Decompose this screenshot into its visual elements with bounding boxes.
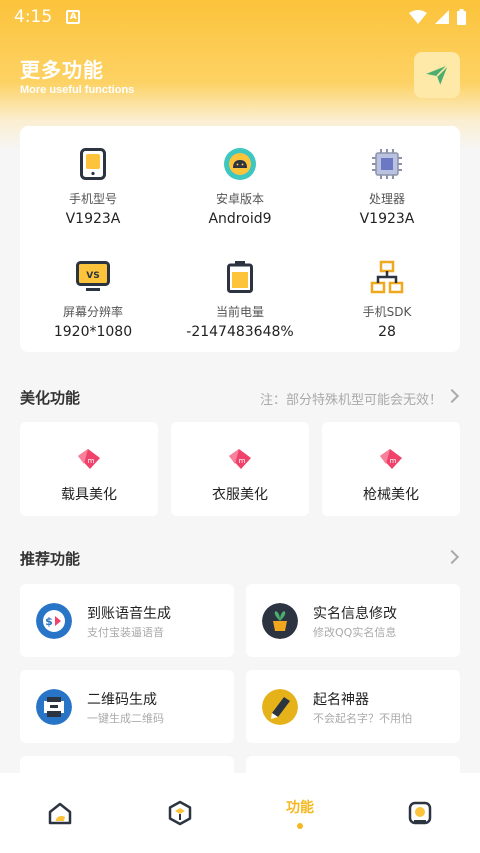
device-info-card: 手机型号 V1923A 安卓版本 Android9 处理器 V1923A VS … [20, 126, 460, 352]
info-battery: 当前电量 -2147483648% [167, 259, 313, 340]
brush-icon: m [380, 449, 402, 469]
info-label: 手机SDK [362, 305, 412, 319]
brush-icon: m [229, 449, 251, 469]
info-value: Android9 [208, 211, 272, 227]
status-bar: 4:15 A [0, 0, 480, 34]
pen-icon [262, 689, 298, 725]
cpu-icon [372, 149, 402, 179]
nav-functions[interactable]: 功能 [240, 773, 360, 853]
rec-item-naming[interactable]: 起名神器 不会起名字？不用怕 [246, 670, 460, 743]
info-phone-model: 手机型号 V1923A [20, 146, 166, 227]
beauty-section-note: 注：部分特殊机型可能会无效！ [259, 393, 442, 408]
rec-item-subtitle: 支付宝装逼语音 [87, 626, 164, 639]
brush-icon: m [78, 449, 100, 469]
info-label: 当前电量 [215, 305, 264, 319]
info-value: 28 [378, 324, 396, 340]
info-value: V1923A [65, 211, 121, 227]
cube-icon [168, 800, 192, 826]
page-title: 更多功能 [20, 58, 104, 82]
qrcode-icon [36, 689, 72, 725]
info-value: -2147483648% [186, 324, 294, 340]
rec-item-title: 实名信息修改 [313, 606, 397, 622]
svg-text:VS: VS [86, 271, 99, 281]
wifi-icon [409, 10, 427, 24]
chevron-right-icon[interactable] [444, 388, 460, 404]
beauty-item-weapon[interactable]: m 枪械美化 [322, 422, 460, 516]
battery-icon [227, 261, 253, 293]
rec-item-subtitle: 不会起名字？不用怕 [313, 712, 412, 725]
status-time: 4:15 [14, 7, 53, 27]
signal-icon [435, 10, 449, 24]
page-subtitle: More useful functions [20, 84, 135, 96]
beauty-item-vehicle[interactable]: m 载具美化 [20, 422, 158, 516]
rec-item-title: 到账语音生成 [87, 606, 171, 622]
beauty-item-label: 载具美化 [61, 487, 117, 503]
info-processor: 处理器 V1923A [314, 146, 460, 227]
beauty-item-label: 衣服美化 [212, 487, 268, 503]
chevron-right-icon[interactable] [444, 549, 460, 565]
nav-home[interactable] [0, 773, 120, 853]
nav-discover[interactable] [120, 773, 240, 853]
rec-item-qrcode[interactable]: 二维码生成 一键生成二维码 [20, 670, 234, 743]
info-value: V1923A [359, 211, 415, 227]
payment-voice-icon: $ [36, 603, 72, 639]
rec-item-payment-voice[interactable]: $ 到账语音生成 支付宝装逼语音 [20, 584, 234, 657]
rec-item-title: 起名神器 [313, 692, 369, 708]
nav-functions-label: 功能 [286, 800, 314, 816]
profile-icon [408, 801, 432, 825]
paper-plane-icon [426, 64, 449, 85]
svg-text:m: m [239, 457, 246, 465]
svg-text:$: $ [45, 615, 53, 628]
android-icon [224, 148, 256, 180]
rec-item-realname-edit[interactable]: 实名信息修改 修改QQ实名信息 [246, 584, 460, 657]
app-notification-icon: A [66, 10, 81, 24]
beauty-item-label: 枪械美化 [363, 487, 419, 503]
send-button[interactable] [414, 52, 460, 98]
rec-item-subtitle: 一键生成二维码 [87, 712, 164, 725]
plant-icon [262, 603, 298, 639]
bottom-nav: 功能 [0, 773, 480, 853]
recommend-section-title: 推荐功能 [20, 550, 81, 568]
network-icon [370, 260, 404, 294]
info-label: 屏幕分辨率 [62, 305, 123, 319]
svg-text:m: m [390, 457, 397, 465]
info-label: 处理器 [368, 192, 405, 206]
info-android-version: 安卓版本 Android9 [167, 146, 313, 227]
info-sdk: 手机SDK 28 [314, 259, 460, 340]
info-label: 手机型号 [68, 192, 117, 206]
active-indicator-dot [297, 823, 303, 829]
monitor-icon: VS [76, 261, 110, 291]
phone-icon [80, 148, 106, 180]
info-resolution: VS 屏幕分辨率 1920*1080 [20, 259, 166, 340]
svg-text:m: m [88, 457, 95, 465]
beauty-item-clothes[interactable]: m 衣服美化 [171, 422, 309, 516]
battery-status-icon [457, 9, 466, 25]
beauty-section-title: 美化功能 [20, 389, 81, 407]
rec-item-subtitle: 修改QQ实名信息 [313, 626, 397, 639]
home-icon [48, 802, 72, 825]
info-label: 安卓版本 [215, 192, 264, 206]
rec-item-title: 二维码生成 [87, 692, 157, 708]
nav-profile[interactable] [360, 773, 480, 853]
info-value: 1920*1080 [53, 324, 133, 340]
